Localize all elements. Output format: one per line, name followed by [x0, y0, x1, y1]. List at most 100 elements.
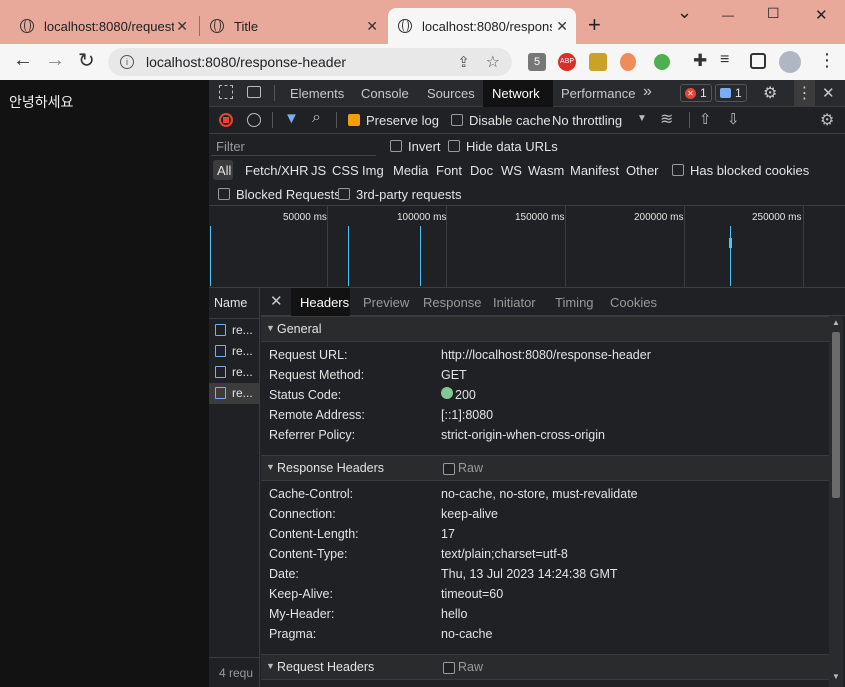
forward-button[interactable]: → [45, 49, 65, 72]
profile-avatar[interactable] [779, 51, 801, 73]
tab-network-label[interactable]: Network [492, 86, 540, 101]
raw-checkbox[interactable] [443, 463, 455, 475]
close-window-button[interactable]: ✕ [815, 6, 828, 24]
export-har-icon[interactable]: ⇩ [727, 110, 740, 128]
request-headers-section-header[interactable]: ▼ Request Headers Raw [261, 654, 829, 680]
blocked-requests-checkbox[interactable] [218, 188, 230, 200]
tab-console[interactable]: Console [361, 86, 409, 101]
blocked-requests-label[interactable]: Blocked Requests [236, 187, 341, 202]
minimize-button[interactable]: — [722, 8, 734, 22]
back-button[interactable]: ← [13, 49, 33, 72]
bookmark-star-icon[interactable]: ☆ [486, 52, 500, 72]
side-panel-icon[interactable] [750, 53, 766, 69]
tampermonkey-extension-icon[interactable] [620, 53, 636, 71]
type-filter-js[interactable]: JS [311, 163, 326, 178]
disable-cache-label[interactable]: Disable cache [469, 113, 551, 128]
raw-label[interactable]: Raw [458, 461, 483, 475]
type-filter-font[interactable]: Font [436, 163, 462, 178]
html5-extension-icon[interactable]: 5 [528, 53, 546, 71]
third-party-checkbox[interactable] [338, 188, 350, 200]
type-filter-media[interactable]: Media [393, 163, 428, 178]
request-row[interactable]: re... [209, 362, 260, 383]
error-count-badge[interactable]: ✕ 1 [680, 84, 712, 102]
scroll-up-icon[interactable]: ▲ [832, 318, 840, 327]
message-count-badge[interactable]: 1 [715, 84, 747, 102]
request-row-selected[interactable]: re... [209, 383, 260, 404]
response-headers-section-header[interactable]: ▼ Response Headers Raw [261, 455, 829, 481]
import-har-icon[interactable]: ⇧ [699, 110, 712, 128]
details-scrollbar[interactable]: ▲ ▼ [829, 316, 843, 687]
filter-input[interactable]: Filter [211, 138, 376, 156]
reload-button[interactable]: ↻ [78, 48, 95, 73]
browser-tab[interactable]: Title ✕ [200, 8, 386, 44]
type-filter-fetch[interactable]: Fetch/XHR [245, 163, 309, 178]
type-filter-all-label[interactable]: All [217, 163, 231, 178]
details-tab-cookies[interactable]: Cookies [610, 295, 657, 310]
hide-data-urls-checkbox[interactable] [448, 140, 460, 152]
devtools-menu-icon[interactable]: ⋮ [794, 80, 815, 107]
adblock-extension-icon[interactable]: ABP [558, 53, 576, 71]
tab-performance[interactable]: Performance [561, 86, 635, 101]
throttling-select[interactable]: No throttling [552, 113, 622, 128]
inspect-element-icon[interactable] [219, 85, 233, 99]
timeline-overview[interactable]: 50000 ms 100000 ms 150000 ms 200000 ms 2… [209, 206, 845, 288]
request-row[interactable]: re... [209, 341, 260, 362]
preserve-log-label[interactable]: Preserve log [366, 113, 439, 128]
type-filter-wasm[interactable]: Wasm [528, 163, 564, 178]
hide-data-urls-label[interactable]: Hide data URLs [466, 139, 558, 154]
new-tab-button[interactable]: + [588, 12, 601, 38]
node-extension-icon[interactable] [654, 54, 670, 70]
network-conditions-icon[interactable]: ≋ [660, 109, 673, 129]
media-control-icon[interactable]: ≡ [720, 51, 729, 69]
preserve-log-checkbox[interactable] [348, 114, 360, 126]
details-tab-timing[interactable]: Timing [555, 295, 594, 310]
info-icon[interactable]: i [120, 55, 134, 69]
type-filter-other[interactable]: Other [626, 163, 659, 178]
clear-icon[interactable] [247, 113, 261, 127]
disable-cache-checkbox[interactable] [451, 114, 463, 126]
type-filter-ws[interactable]: WS [501, 163, 522, 178]
raw-checkbox[interactable] [443, 662, 455, 674]
scroll-down-icon[interactable]: ▼ [832, 672, 840, 681]
scrollbar-thumb[interactable] [832, 332, 840, 498]
address-bar[interactable]: i localhost:8080/response-header ⇪ ☆ [108, 48, 512, 76]
close-devtools-icon[interactable]: ✕ [822, 84, 835, 102]
close-details-icon[interactable]: ✕ [270, 292, 283, 310]
network-settings-icon[interactable]: ⚙ [820, 110, 834, 130]
has-blocked-cookies-checkbox[interactable] [672, 164, 684, 176]
url-text[interactable]: localhost:8080/response-header [146, 54, 346, 70]
invert-label[interactable]: Invert [408, 139, 441, 154]
tab-close-icon[interactable]: ✕ [176, 18, 188, 35]
more-tabs-icon[interactable]: » [643, 83, 652, 101]
tab-close-icon[interactable]: ✕ [366, 18, 378, 35]
share-icon[interactable]: ⇪ [457, 53, 470, 71]
name-column-header[interactable]: Name [214, 296, 247, 310]
maximize-button[interactable]: ☐ [767, 5, 780, 22]
details-tab-preview[interactable]: Preview [363, 295, 409, 310]
search-icon[interactable]: ⌕ [312, 109, 321, 127]
browser-tab-active[interactable]: localhost:8080/respons ✕ [388, 8, 576, 44]
has-blocked-cookies-label[interactable]: Has blocked cookies [690, 163, 809, 178]
browser-tab[interactable]: localhost:8080/request ✕ [10, 8, 196, 44]
type-filter-manifest[interactable]: Manifest [570, 163, 619, 178]
filter-funnel-icon[interactable]: ▼ [284, 110, 299, 127]
details-tab-initiator[interactable]: Initiator [493, 295, 536, 310]
tab-close-icon[interactable]: ✕ [556, 18, 568, 35]
tab-elements[interactable]: Elements [290, 86, 344, 101]
details-tab-response[interactable]: Response [423, 295, 482, 310]
raw-label[interactable]: Raw [458, 660, 483, 674]
type-filter-doc[interactable]: Doc [470, 163, 493, 178]
type-filter-img[interactable]: Img [362, 163, 384, 178]
third-party-label[interactable]: 3rd-party requests [356, 187, 462, 202]
extensions-puzzle-icon[interactable]: ✚ [693, 51, 707, 71]
details-tab-headers-label[interactable]: Headers [300, 295, 349, 310]
image-extension-icon[interactable] [589, 53, 607, 71]
request-row[interactable]: re... [209, 320, 260, 341]
settings-gear-icon[interactable]: ⚙ [763, 83, 777, 103]
type-filter-css[interactable]: CSS [332, 163, 359, 178]
record-icon[interactable] [219, 113, 233, 127]
general-section-header[interactable]: ▼ General [261, 316, 829, 342]
device-toolbar-icon[interactable] [247, 86, 261, 98]
invert-checkbox[interactable] [390, 140, 402, 152]
tab-search-icon[interactable]: ⌄ [677, 2, 692, 23]
